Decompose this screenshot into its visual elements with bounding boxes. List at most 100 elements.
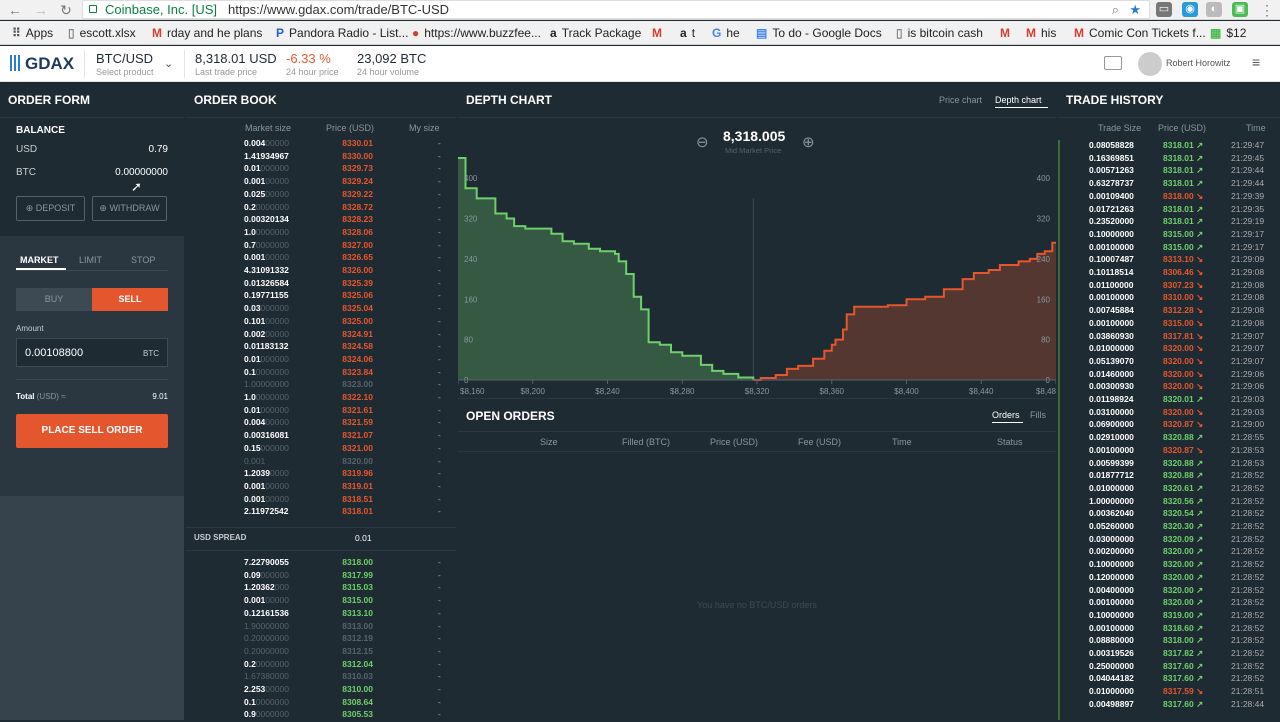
size-digits: 0.001: [244, 252, 266, 263]
depth-chart[interactable]: 400400320320240240160160808000$8,160$8,2…: [458, 118, 1056, 398]
bookmark-item[interactable]: P Pandora Radio - List...: [276, 26, 408, 40]
tab-market[interactable]: MARKET: [20, 255, 59, 265]
chat-icon[interactable]: [1104, 56, 1122, 70]
ask-row[interactable]: 0.00400000 8321.59 -: [186, 417, 456, 430]
bookmark-item[interactable]: ▦ $12: [1210, 26, 1246, 40]
back-icon[interactable]: ←: [6, 1, 24, 19]
bookmark-star-icon[interactable]: ★: [1129, 1, 1141, 18]
ask-row[interactable]: 1.00000000 8328.06 -: [186, 227, 456, 240]
bookmark-item[interactable]: ▤ To do - Google Docs: [756, 26, 882, 40]
trade-time: 21:29:47: [1231, 140, 1265, 150]
ask-row[interactable]: 0.19771155 8325.06 -: [186, 290, 456, 303]
bookmark-item[interactable]: ● https://www.buzzfee...: [412, 26, 541, 40]
ask-row[interactable]: 1.00000000 8323.00 -: [186, 379, 456, 392]
bookmark-item[interactable]: ▯ escott.xlsx: [68, 26, 136, 40]
tab-limit[interactable]: LIMIT: [79, 255, 102, 265]
ask-row[interactable]: 0.00100000 8326.65 -: [186, 252, 456, 265]
deposit-button[interactable]: ⊕ DEPOSIT: [16, 196, 85, 221]
extension-icon[interactable]: ◐: [1206, 2, 1222, 17]
bid-row[interactable]: 0.20000000 8312.15 -: [186, 646, 456, 659]
cast-icon[interactable]: ▭: [1156, 2, 1172, 17]
ask-row[interactable]: 4.31091332 8326.00 -: [186, 265, 456, 278]
bookmark-apps[interactable]: ⠿ Apps: [12, 26, 53, 40]
sell-button[interactable]: SELL: [92, 288, 168, 311]
withdraw-button[interactable]: ⊕ WITHDRAW: [92, 196, 167, 221]
bid-row[interactable]: 0.00100000 8315.00 -: [186, 595, 456, 608]
ask-row[interactable]: 0.00100000 8318.51 -: [186, 494, 456, 507]
bid-row[interactable]: 1.67380000 8310.03 -: [186, 671, 456, 684]
trade-price: 8320.88 ↗: [1163, 470, 1204, 481]
avatar[interactable]: [1138, 52, 1162, 76]
ask-row[interactable]: 0.70000000 8327.00 -: [186, 240, 456, 253]
bookmark-item[interactable]: Mrday and he plans: [152, 26, 262, 40]
product-selector[interactable]: BTC/USD Select product ⌄: [96, 51, 186, 77]
reload-icon[interactable]: ↻: [57, 1, 75, 19]
ask-row[interactable]: 0.00200000 8324.91 -: [186, 329, 456, 342]
tab-depth-chart[interactable]: Depth chart: [995, 95, 1042, 105]
ask-row[interactable]: 0.001 8320.00 -: [186, 456, 456, 469]
user-name[interactable]: Robert Horowitz: [1166, 58, 1231, 68]
bookmark-item[interactable]: ▯ is bitcoin cash: [896, 26, 983, 40]
tab-orders[interactable]: Orders: [992, 410, 1020, 420]
bid-row[interactable]: 2.25300000 8310.00 -: [186, 684, 456, 697]
bid-row[interactable]: 1.20362000 8315.03 -: [186, 582, 456, 595]
bid-row[interactable]: 1.90000000 8313.00 -: [186, 621, 456, 634]
extension-icon[interactable]: ▣: [1232, 2, 1248, 17]
forward-icon[interactable]: →: [32, 1, 50, 19]
bookmark-item[interactable]: M Comic Con Tickets f...: [1074, 26, 1206, 40]
ask-row[interactable]: 2.11972542 8318.01 -: [186, 506, 456, 519]
ask-row[interactable]: 0.00320134 8328.23 -: [186, 214, 456, 227]
ask-row[interactable]: 0.00400000 8330.01 -: [186, 138, 456, 151]
ask-row[interactable]: 0.15000000 8321.00 -: [186, 443, 456, 456]
ask-row[interactable]: 0.00100000 8329.24 -: [186, 176, 456, 189]
address-bar[interactable]: Coinbase, Inc. [US] https://www.gdax.com…: [82, 0, 1150, 19]
tab-fills[interactable]: Fills: [1030, 410, 1046, 420]
scrollbar[interactable]: [1058, 140, 1060, 720]
my-size: -: [438, 138, 441, 148]
ask-row[interactable]: 1.41934967 8330.00 -: [186, 151, 456, 164]
buy-button[interactable]: BUY: [16, 288, 92, 311]
extension-icon[interactable]: ◉: [1182, 2, 1198, 17]
bid-row[interactable]: 0.12161536 8313.10 -: [186, 608, 456, 621]
bookmark-item[interactable]: M: [1000, 26, 1015, 40]
size-digits: 0.01183132: [244, 341, 289, 352]
bookmark-item[interactable]: Mhis: [1026, 26, 1056, 40]
bid-row[interactable]: 0.20000000 8312.04 -: [186, 659, 456, 672]
bid-row[interactable]: 7.22790055 8318.00 -: [186, 557, 456, 570]
url-text[interactable]: https://www.gdax.com/trade/BTC-USD: [228, 1, 449, 18]
ask-row[interactable]: 0.01000000 8321.61 -: [186, 405, 456, 418]
amount-input[interactable]: 0.00108800 BTC: [16, 338, 168, 367]
ask-row[interactable]: 0.20000000 8328.72 -: [186, 202, 456, 215]
ask-row[interactable]: 0.10100000 8325.00 -: [186, 316, 456, 329]
bid-row[interactable]: 0.90000000 8305.53 -: [186, 709, 456, 722]
place-sell-order-button[interactable]: PLACE SELL ORDER: [16, 414, 168, 448]
size-digits: 0.1: [244, 366, 256, 377]
bid-row[interactable]: 0.10000000 8308.64 -: [186, 697, 456, 710]
ask-row[interactable]: 1.20390000 8319.96 -: [186, 468, 456, 481]
menu-icon[interactable]: ⋮: [1258, 1, 1276, 19]
search-icon[interactable]: ⌕: [1112, 1, 1119, 18]
price: 8330.01: [342, 138, 373, 148]
ask-row[interactable]: 0.00316081 8321.07 -: [186, 430, 456, 443]
bid-row[interactable]: 0.09000000 8317.99 -: [186, 570, 456, 583]
ask-row[interactable]: 0.00100000 8319.01 -: [186, 481, 456, 494]
ask-row[interactable]: 0.03000000 8325.04 -: [186, 303, 456, 316]
size-digits: 0.19771155: [244, 290, 289, 301]
bookmark-item[interactable]: at: [680, 26, 695, 40]
amount-value[interactable]: 0.00108800: [25, 347, 83, 359]
gdax-logo[interactable]: GDAX: [10, 54, 74, 74]
ask-row[interactable]: 0.01183132 8324.58 -: [186, 341, 456, 354]
bookmark-item[interactable]: a Track Package: [550, 26, 641, 40]
ask-row[interactable]: 0.01326584 8325.39 -: [186, 278, 456, 291]
ask-row[interactable]: 0.01000000 8324.06 -: [186, 354, 456, 367]
ask-row[interactable]: 0.02500000 8329.22 -: [186, 189, 456, 202]
bookmark-item[interactable]: M: [652, 26, 667, 40]
ask-row[interactable]: 0.01000000 8329.73 -: [186, 163, 456, 176]
ask-row[interactable]: 1.00000000 8322.10 -: [186, 392, 456, 405]
bookmark-item[interactable]: Ghe: [712, 26, 740, 40]
ask-row[interactable]: 0.10000000 8323.84 -: [186, 367, 456, 380]
tab-stop[interactable]: STOP: [131, 255, 155, 265]
hamburger-menu-icon[interactable]: ≡: [1252, 54, 1260, 70]
bid-row[interactable]: 0.20000000 8312.19 -: [186, 633, 456, 646]
tab-price-chart[interactable]: Price chart: [939, 95, 982, 105]
